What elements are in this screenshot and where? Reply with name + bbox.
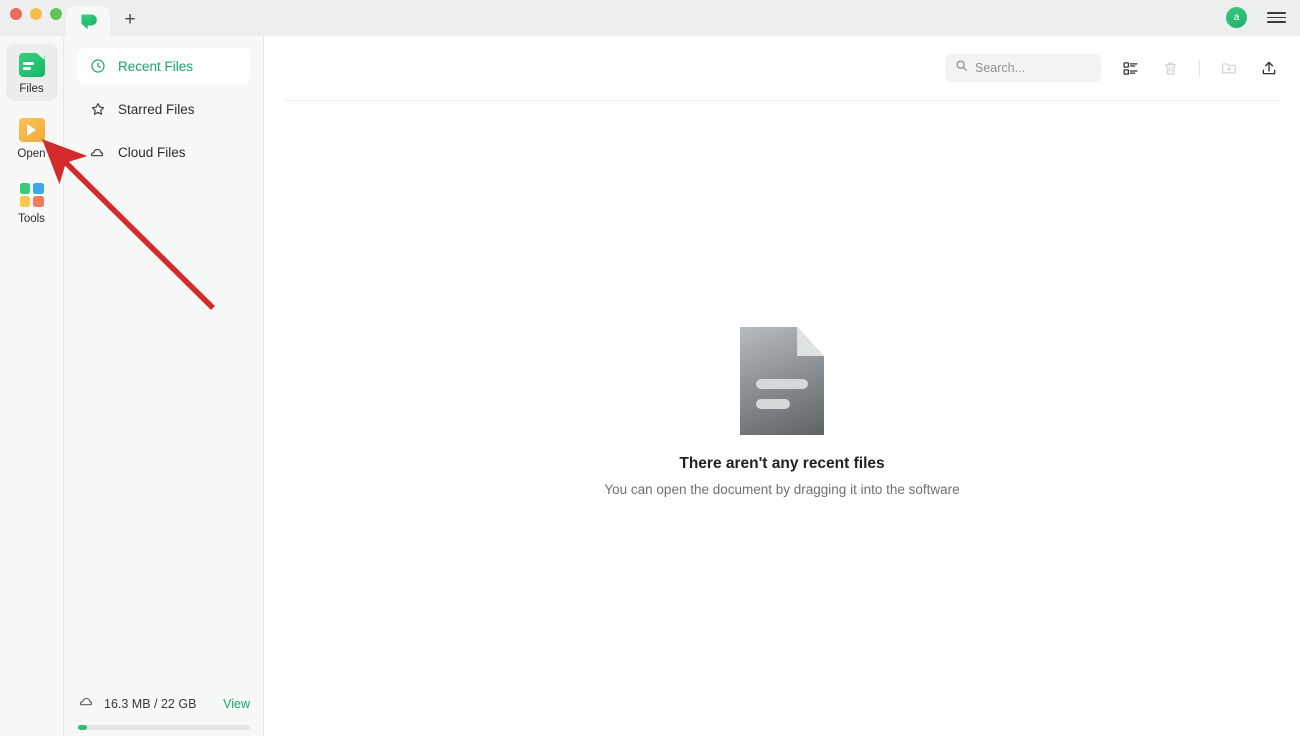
tab-active-app[interactable] [66, 6, 110, 36]
rail-item-open-label: Open [17, 148, 46, 160]
app-logo-icon [81, 14, 97, 29]
new-folder-icon[interactable] [1218, 57, 1240, 79]
icon-rail: Files Open Tools [0, 36, 64, 736]
storage-row: 16.3 MB / 22 GB View [78, 689, 250, 719]
sidebar-item-starred-files-label: Starred Files [118, 101, 195, 117]
storage-progress-fill [78, 725, 88, 730]
sidebar-item-starred-files[interactable]: Starred Files [77, 91, 250, 127]
main-content: There aren't any recent files You can op… [264, 36, 1300, 736]
list-view-icon[interactable] [1119, 57, 1141, 79]
rail-item-files-label: Files [19, 83, 44, 95]
empty-state-title: There aren't any recent files [679, 455, 885, 472]
close-window-button[interactable] [10, 8, 22, 20]
cloud-icon [89, 144, 106, 161]
open-play-icon [18, 118, 45, 142]
sidebar-item-cloud-files[interactable]: Cloud Files [77, 134, 250, 170]
menu-icon[interactable] [1267, 11, 1286, 24]
trash-icon[interactable] [1159, 57, 1181, 79]
toolbar-divider [1199, 59, 1200, 77]
storage-progress-bar [78, 725, 250, 730]
storage-widget: 16.3 MB / 22 GB View [64, 689, 264, 736]
upload-icon[interactable] [1258, 57, 1280, 79]
sidebar-nav: Recent Files Starred Files Cloud Files [64, 36, 263, 170]
maximize-window-button[interactable] [50, 8, 62, 20]
rail-item-files[interactable]: Files [5, 44, 58, 101]
tools-grid-icon [19, 183, 44, 207]
titlebar-right-controls: a [1226, 7, 1286, 28]
search-box[interactable] [945, 54, 1101, 82]
rail-item-tools-label: Tools [18, 213, 45, 225]
empty-state-subtitle: You can open the document by dragging it… [604, 482, 960, 497]
star-icon [89, 101, 106, 118]
files-icon [18, 53, 45, 77]
sidebar-item-cloud-files-label: Cloud Files [118, 144, 186, 160]
rail-item-open[interactable]: Open [6, 109, 58, 166]
new-tab-button[interactable]: + [110, 6, 150, 36]
clock-icon [89, 58, 106, 75]
content-toolbar [264, 36, 1300, 100]
storage-cloud-icon [78, 693, 95, 715]
rail-item-tools[interactable]: Tools [6, 174, 58, 231]
avatar[interactable]: a [1226, 7, 1247, 28]
traffic-lights [10, 8, 62, 20]
storage-view-link[interactable]: View [223, 697, 250, 711]
app-window: + a Files Open Tools Recent Files Starre… [0, 0, 1300, 736]
empty-state: There aren't any recent files You can op… [264, 101, 1300, 497]
minimize-window-button[interactable] [30, 8, 42, 20]
search-icon [955, 59, 968, 77]
search-input[interactable] [975, 61, 1085, 75]
sidebar-item-recent-files-label: Recent Files [118, 58, 194, 74]
sidebar: Recent Files Starred Files Cloud Files 1… [64, 36, 264, 736]
sidebar-item-recent-files[interactable]: Recent Files [77, 48, 250, 84]
storage-usage-text: 16.3 MB / 22 GB [104, 697, 197, 711]
document-icon [740, 327, 824, 435]
title-bar: + a [0, 0, 1300, 36]
tab-strip: + [66, 6, 150, 36]
